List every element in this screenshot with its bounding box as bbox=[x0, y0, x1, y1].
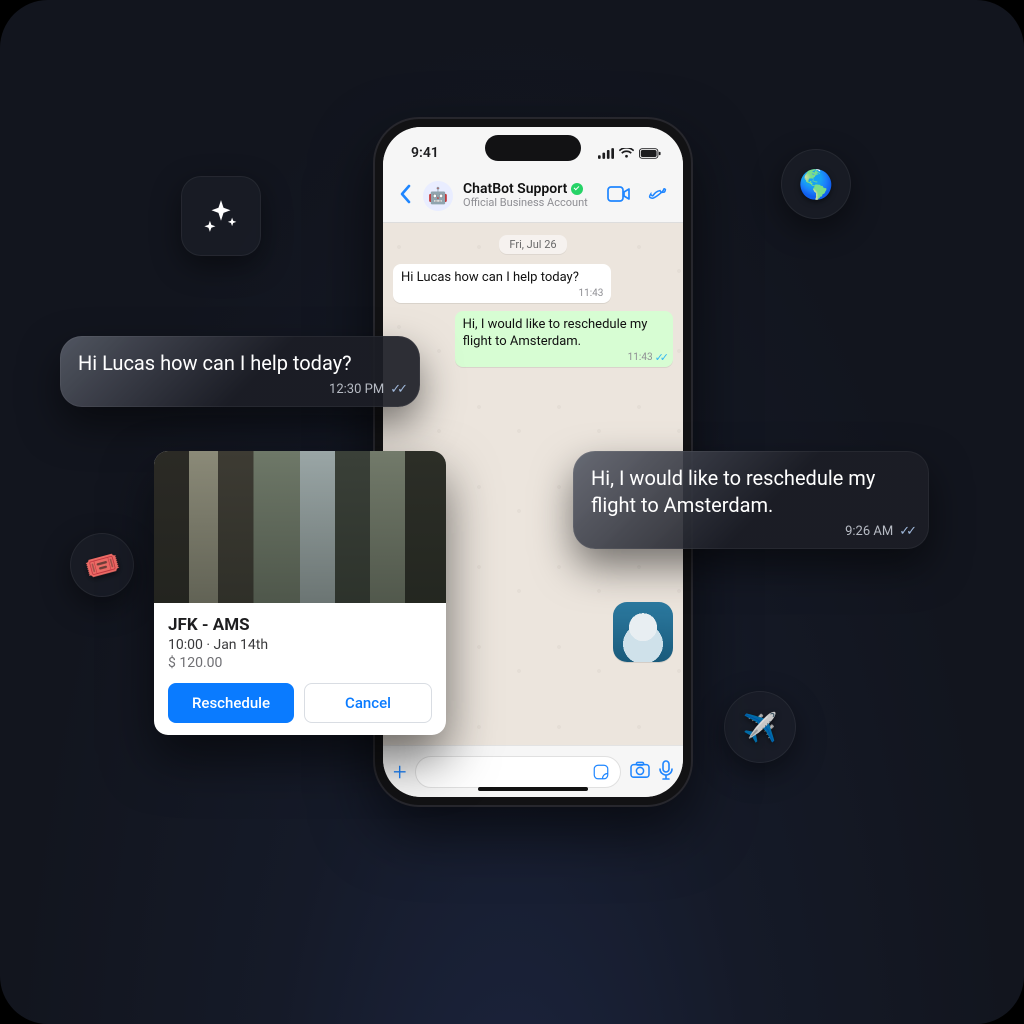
read-receipt-icon: ✓✓ bbox=[655, 352, 665, 363]
mic-icon bbox=[659, 760, 673, 780]
flight-card-actions: Reschedule Cancel bbox=[168, 683, 432, 723]
chevron-left-icon bbox=[399, 184, 411, 204]
battery-icon bbox=[639, 148, 661, 159]
wifi-icon bbox=[619, 148, 634, 159]
flight-card: JFK - AMS 10:00 · Jan 14th $ 120.00 Resc… bbox=[154, 451, 446, 735]
ticket-icon: 🎟️ bbox=[81, 545, 123, 586]
read-receipt-icon: ✓✓ bbox=[899, 523, 913, 541]
cellular-icon bbox=[598, 148, 614, 159]
back-button[interactable] bbox=[393, 180, 417, 212]
attach-button[interactable]: + bbox=[393, 758, 407, 786]
message-time: 11:43 ✓✓ bbox=[628, 351, 665, 364]
overlay-bubble-text: Hi Lucas how can I help today? bbox=[78, 351, 352, 375]
flight-card-image bbox=[154, 451, 446, 603]
home-indicator[interactable] bbox=[478, 787, 588, 791]
globe-chip: 🌎 bbox=[781, 149, 851, 219]
camera-icon bbox=[629, 761, 651, 779]
video-icon bbox=[607, 186, 631, 202]
message-input[interactable] bbox=[415, 756, 621, 788]
flight-datetime: 10:00 · Jan 14th bbox=[168, 637, 432, 653]
cancel-button[interactable]: Cancel bbox=[304, 683, 432, 723]
promo-canvas: 🌎 🎟️ ✈️ 9:41 🤖 bbox=[0, 0, 1024, 1024]
outgoing-message[interactable]: Hi, I would like to reschedule my flight… bbox=[455, 311, 673, 367]
overlay-bubble-time: 9:26 AM ✓✓ bbox=[845, 523, 913, 541]
message-text: Hi Lucas how can I help today? bbox=[401, 270, 579, 285]
status-time: 9:41 bbox=[411, 145, 439, 161]
overlay-bubble-text: Hi, I would like to reschedule my flight… bbox=[591, 466, 875, 517]
verified-badge-icon bbox=[571, 183, 583, 195]
overlay-bubble-time: 12:30 PM ✓✓ bbox=[329, 381, 404, 399]
mic-button[interactable] bbox=[659, 760, 673, 784]
status-icons bbox=[598, 148, 661, 159]
flight-route: JFK - AMS bbox=[168, 615, 432, 635]
plane-icon: ✈️ bbox=[743, 711, 778, 744]
contact-avatar[interactable]: 🤖 bbox=[423, 181, 453, 211]
reschedule-button[interactable]: Reschedule bbox=[168, 683, 294, 723]
sparkle-chip bbox=[181, 176, 261, 256]
dynamic-island bbox=[485, 135, 581, 161]
sparkle-icon bbox=[202, 197, 240, 235]
ticket-chip: 🎟️ bbox=[70, 533, 134, 597]
contact-subtitle: Official Business Account bbox=[463, 197, 597, 210]
phone-icon bbox=[647, 184, 667, 204]
overlay-bubble-bot: Hi Lucas how can I help today? 12:30 PM … bbox=[60, 336, 420, 407]
camera-button[interactable] bbox=[629, 761, 651, 783]
chat-header: 🤖 ChatBot Support Official Business Acco… bbox=[383, 169, 683, 223]
date-separator: Fri, Jul 26 bbox=[499, 235, 566, 254]
flight-card-body: JFK - AMS 10:00 · Jan 14th $ 120.00 Resc… bbox=[154, 603, 446, 735]
contact-title-block[interactable]: ChatBot Support Official Business Accoun… bbox=[463, 181, 597, 210]
sticker-message[interactable] bbox=[613, 602, 673, 662]
read-receipt-icon: ✓✓ bbox=[390, 381, 404, 399]
contact-name: ChatBot Support bbox=[463, 181, 567, 197]
globe-icon: 🌎 bbox=[799, 168, 834, 201]
message-text: Hi, I would like to reschedule my flight… bbox=[463, 317, 648, 349]
sticker-icon bbox=[592, 763, 610, 781]
voice-call-button[interactable] bbox=[641, 180, 673, 212]
plane-chip: ✈️ bbox=[724, 691, 796, 763]
incoming-message[interactable]: Hi Lucas how can I help today? 11:43 bbox=[393, 264, 611, 303]
flight-price: $ 120.00 bbox=[168, 655, 432, 671]
video-call-button[interactable] bbox=[601, 182, 637, 210]
overlay-bubble-user: Hi, I would like to reschedule my flight… bbox=[573, 451, 929, 549]
message-time: 11:43 bbox=[578, 287, 603, 300]
